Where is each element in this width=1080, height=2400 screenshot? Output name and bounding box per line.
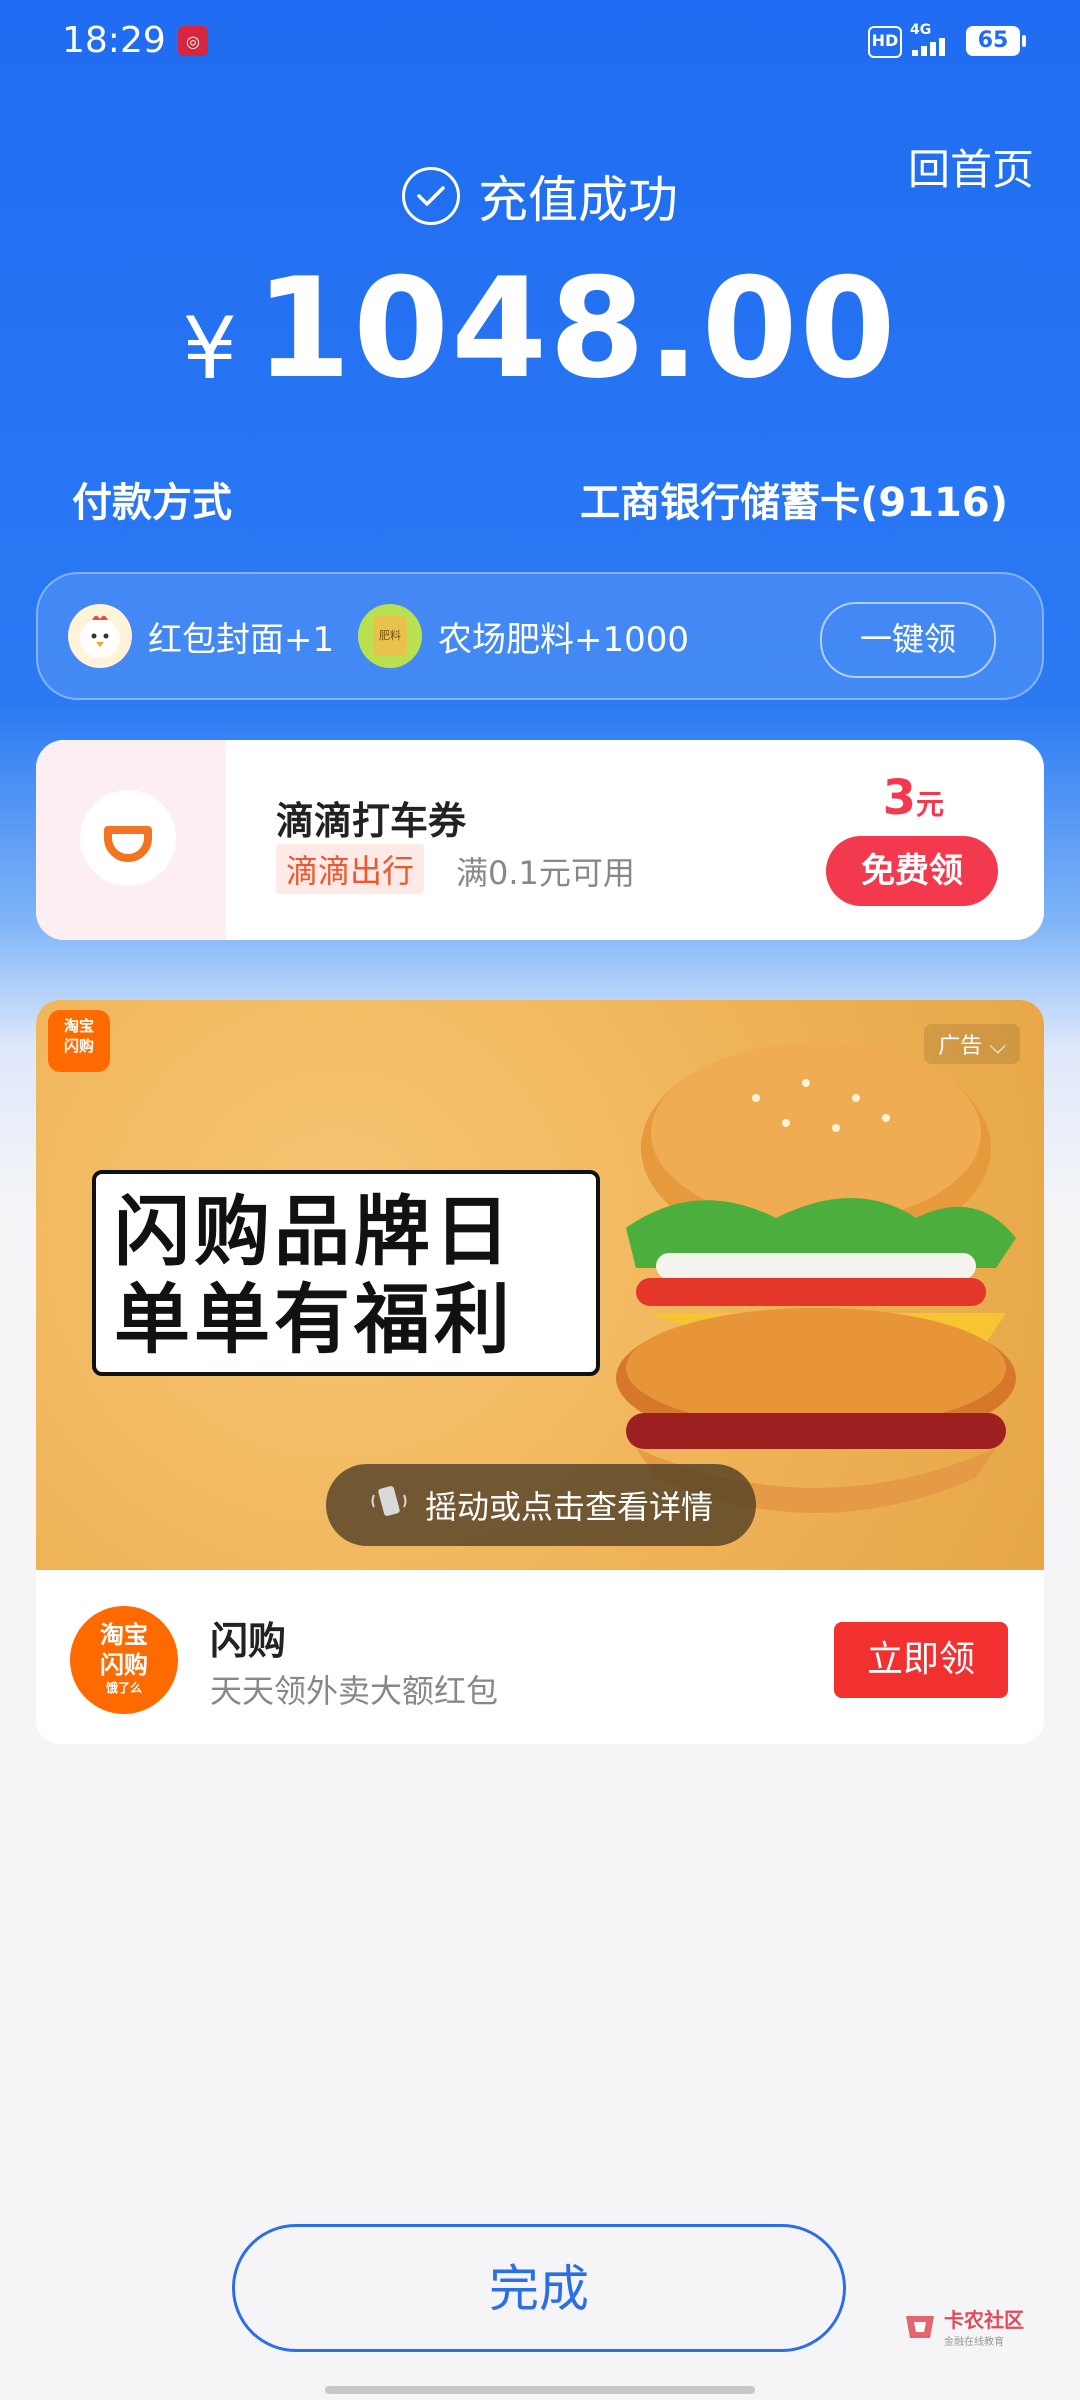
battery-tip — [1022, 35, 1026, 47]
fertilizer-icon-label: 肥料 — [373, 616, 407, 656]
claim-all-button[interactable]: 一键领 — [820, 602, 996, 678]
reward-label-cover: 红包封面+1 — [148, 619, 335, 660]
home-indicator[interactable] — [325, 2386, 755, 2394]
done-button[interactable]: 完成 — [232, 2224, 846, 2352]
watermark: 卡农社区 金融在线教育 — [902, 2304, 1024, 2348]
battery-icon: 65 — [966, 26, 1020, 56]
coupon-value: 3元 — [883, 770, 944, 826]
hd-icon: HD — [868, 26, 902, 58]
slogan-line-2: 单单有福利 — [114, 1275, 514, 1364]
amount-display: ¥ 1048.00 — [0, 248, 1080, 409]
app-logo-line1: 淘宝 — [100, 1621, 148, 1649]
payment-method-value: 工商银行储蓄卡(9116) — [580, 480, 1008, 526]
ad-banner[interactable]: 淘宝 闪购 广告 ⌵ 闪购品牌日 单单有福利 摇动或点击查看详情 — [36, 1000, 1044, 1570]
fertilizer-bag-icon: 肥料 — [358, 604, 422, 668]
watermark-title: 卡农社区 — [944, 2308, 1024, 2332]
currency-symbol: ¥ — [182, 299, 238, 399]
watermark-subtitle: 金融在线教育 — [944, 2337, 1004, 2348]
reward-bar: 红包封面+1 肥料 农场肥料+1000 一键领 — [36, 572, 1044, 700]
reward-label-fertilizer: 农场肥料+1000 — [438, 619, 690, 660]
chick-icon — [68, 604, 132, 668]
coupon-title: 滴滴打车券 — [276, 799, 467, 843]
ad-description: 天天领外卖大额红包 — [210, 1672, 499, 1710]
logo-small-line2: 闪购 — [63, 1037, 94, 1055]
reward-red-packet-cover: 红包封面+1 — [68, 604, 334, 668]
payment-method-label: 付款方式 — [72, 480, 232, 526]
amount-value: 1048.00 — [255, 248, 898, 409]
claim-now-button[interactable]: 立即领 — [834, 1622, 1008, 1698]
ad-app-name: 闪购 — [210, 1619, 287, 1663]
reward-farm-fertilizer: 肥料 农场肥料+1000 — [358, 604, 689, 668]
app-logo-line3: 饿了么 — [105, 1681, 142, 1695]
didi-logo-icon — [80, 790, 176, 886]
shake-hint-pill[interactable]: 摇动或点击查看详情 — [326, 1464, 756, 1546]
status-bar: 18:29 ◎ HD 4G 65 — [0, 0, 1080, 84]
status-time: 18:29 — [62, 20, 166, 61]
signal-icon — [912, 38, 945, 56]
coupon-logo-area — [36, 740, 230, 940]
shake-phone-icon — [369, 1481, 409, 1529]
slogan-box: 闪购品牌日 单单有福利 — [92, 1170, 600, 1376]
taobao-flash-app-logo: 淘宝 闪购 饿了么 — [70, 1606, 178, 1714]
app-logo-line2: 闪购 — [100, 1651, 148, 1679]
shake-hint-text: 摇动或点击查看详情 — [424, 1488, 713, 1526]
check-circle-icon — [402, 167, 460, 225]
slogan-line-1: 闪购品牌日 — [114, 1187, 514, 1276]
taobao-flash-logo-small: 淘宝 闪购 — [48, 1010, 110, 1072]
bank-notification-icon: ◎ — [178, 26, 208, 56]
success-text: 充值成功 — [478, 171, 678, 229]
coupon-value-unit: 元 — [915, 788, 944, 821]
logo-small-line1: 淘宝 — [63, 1017, 94, 1035]
success-status: 充值成功 — [0, 160, 1080, 232]
ad-card[interactable]: 淘宝 闪购 广告 ⌵ 闪购品牌日 单单有福利 摇动或点击查看详情 淘宝 闪购 饿… — [36, 1000, 1044, 1744]
payment-method-row: 付款方式 工商银行储蓄卡(9116) — [72, 470, 1008, 528]
didi-coupon-card: 滴滴打车券 滴滴出行 满0.1元可用 3元 免费领 — [36, 740, 1044, 940]
free-claim-button[interactable]: 免费领 — [826, 836, 998, 906]
coupon-tag: 滴滴出行 — [276, 844, 425, 894]
coupon-condition: 满0.1元可用 — [456, 854, 635, 892]
coupon-value-number: 3 — [882, 770, 916, 826]
kanong-logo-icon — [906, 2316, 934, 2338]
